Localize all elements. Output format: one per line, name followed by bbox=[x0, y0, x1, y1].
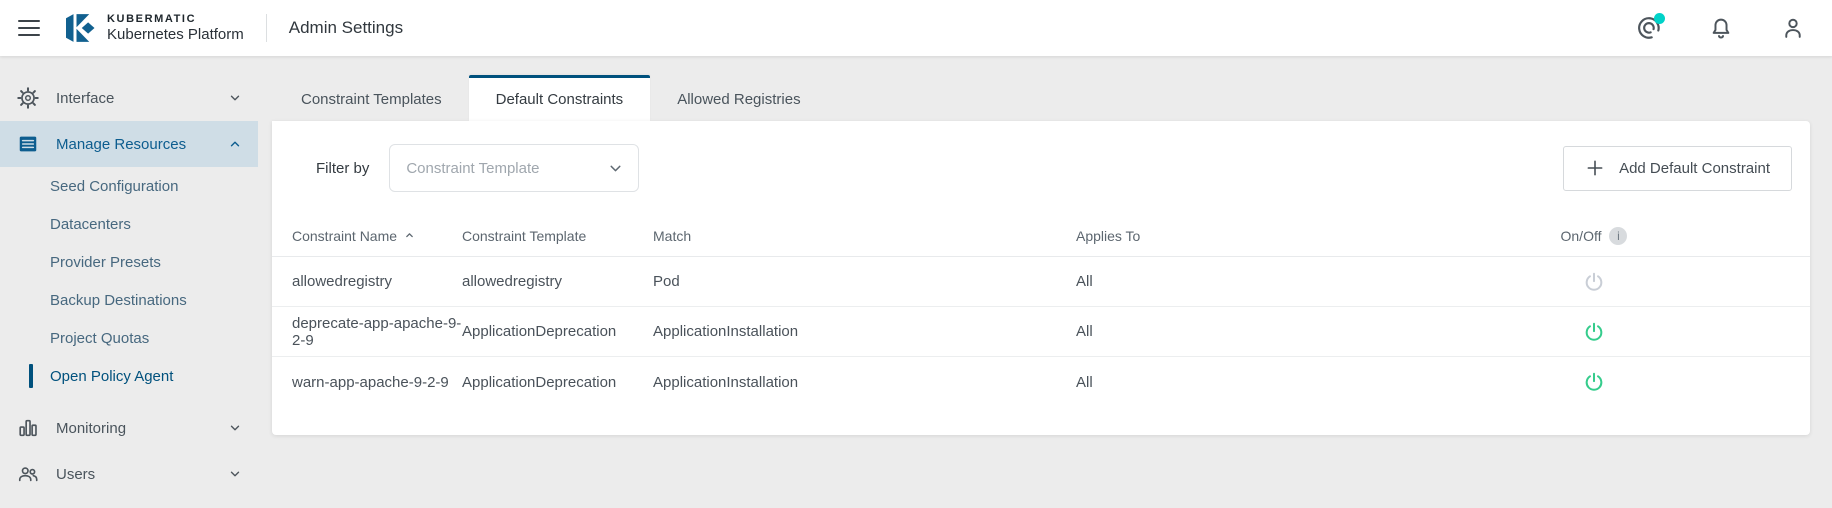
sidebar-item-seed-configuration[interactable]: Seed Configuration bbox=[0, 167, 258, 205]
cell-constraint-template: ApplicationDeprecation bbox=[462, 374, 653, 391]
sidebar-subitem-label: Open Policy Agent bbox=[50, 368, 173, 385]
menu-icon[interactable] bbox=[16, 15, 42, 41]
column-header-constraint-name[interactable]: Constraint Name bbox=[292, 228, 462, 244]
tab-default-constraints[interactable]: Default Constraints bbox=[469, 75, 651, 121]
table-row[interactable]: allowedregistry allowedregistry Pod All bbox=[272, 257, 1810, 307]
sort-ascending-icon bbox=[403, 229, 416, 242]
chevron-down-icon bbox=[228, 421, 242, 435]
chevron-down-icon bbox=[607, 160, 624, 177]
select-placeholder: Constraint Template bbox=[406, 160, 539, 177]
notification-badge bbox=[1654, 13, 1665, 24]
sidebar-subitem-label: Datacenters bbox=[50, 216, 131, 233]
tab-label: Constraint Templates bbox=[301, 91, 442, 108]
sidebar-item-provider-presets[interactable]: Provider Presets bbox=[0, 243, 258, 281]
sidebar-item-open-policy-agent[interactable]: Open Policy Agent bbox=[0, 357, 258, 395]
user-account-icon[interactable] bbox=[1780, 15, 1806, 41]
add-button-label: Add Default Constraint bbox=[1619, 160, 1770, 177]
topbar-divider bbox=[266, 14, 267, 42]
sidebar-item-interface[interactable]: Interface bbox=[0, 75, 258, 121]
bar-chart-icon bbox=[16, 417, 39, 439]
sidebar-item-project-quotas[interactable]: Project Quotas bbox=[0, 319, 258, 357]
active-indicator bbox=[29, 364, 33, 388]
cell-constraint-name: warn-app-apache-9-2-9 bbox=[292, 374, 462, 391]
changelog-icon[interactable] bbox=[1636, 15, 1662, 41]
chevron-down-icon bbox=[228, 91, 242, 105]
column-header-applies-to: Applies To bbox=[1076, 228, 1472, 244]
cell-applies-to: All bbox=[1076, 273, 1472, 290]
sidebar-item-manage-resources[interactable]: Manage Resources bbox=[0, 121, 258, 167]
power-toggle-icon[interactable] bbox=[1583, 321, 1605, 343]
tab-label: Default Constraints bbox=[496, 91, 624, 108]
cell-applies-to: All bbox=[1076, 374, 1472, 391]
tab-allowed-registries[interactable]: Allowed Registries bbox=[650, 75, 827, 121]
column-header-constraint-template: Constraint Template bbox=[462, 228, 653, 244]
toolbar: Filter by Constraint Template Add Defaul… bbox=[272, 121, 1810, 215]
sidebar-item-label: Users bbox=[56, 466, 95, 483]
column-label: Constraint Template bbox=[462, 228, 586, 244]
sidebar-item-monitoring[interactable]: Monitoring bbox=[0, 405, 258, 451]
power-toggle-icon[interactable] bbox=[1583, 271, 1605, 293]
column-label: Constraint Name bbox=[292, 228, 397, 244]
chevron-up-icon bbox=[228, 137, 242, 151]
column-header-match: Match bbox=[653, 228, 1076, 244]
default-constraints-card: Filter by Constraint Template Add Defaul… bbox=[272, 121, 1810, 435]
sidebar: Interface Manage Resources Seed Configur… bbox=[0, 56, 258, 508]
table-row[interactable]: warn-app-apache-9-2-9 ApplicationDepreca… bbox=[272, 357, 1810, 407]
cell-constraint-template: allowedregistry bbox=[462, 273, 653, 290]
constraint-template-filter-select[interactable]: Constraint Template bbox=[389, 144, 639, 192]
cell-constraint-name: allowedregistry bbox=[292, 273, 462, 290]
sidebar-item-label: Monitoring bbox=[56, 420, 126, 437]
cell-match: ApplicationInstallation bbox=[653, 323, 1076, 340]
add-default-constraint-button[interactable]: Add Default Constraint bbox=[1563, 146, 1792, 191]
column-header-on-off: On/Off i bbox=[1472, 227, 1716, 245]
cell-constraint-name: deprecate-app-apache-9-2-9 bbox=[292, 315, 462, 349]
sidebar-item-datacenters[interactable]: Datacenters bbox=[0, 205, 258, 243]
table-header-row: Constraint Name Constraint Template Matc… bbox=[272, 215, 1810, 257]
sidebar-subitem-label: Project Quotas bbox=[50, 330, 149, 347]
main-content: Constraint Templates Default Constraints… bbox=[258, 56, 1832, 508]
column-label: Match bbox=[653, 228, 691, 244]
tab-label: Allowed Registries bbox=[677, 91, 800, 108]
column-label: On/Off bbox=[1561, 228, 1602, 244]
kubermatic-logo-icon bbox=[64, 13, 98, 43]
sidebar-item-label: Interface bbox=[56, 90, 114, 107]
users-icon bbox=[16, 463, 39, 485]
tab-constraint-templates[interactable]: Constraint Templates bbox=[274, 75, 469, 121]
tab-bar: Constraint Templates Default Constraints… bbox=[258, 75, 1832, 121]
topbar: KUBERMATIC Kubernetes Platform Admin Set… bbox=[0, 0, 1832, 56]
sidebar-subitem-label: Provider Presets bbox=[50, 254, 161, 271]
sidebar-item-label: Manage Resources bbox=[56, 136, 186, 153]
page-title: Admin Settings bbox=[289, 18, 403, 38]
brand-subtitle: Kubernetes Platform bbox=[107, 26, 244, 43]
cell-applies-to: All bbox=[1076, 323, 1472, 340]
kubermatic-logo[interactable]: KUBERMATIC Kubernetes Platform bbox=[64, 13, 244, 43]
power-toggle-icon[interactable] bbox=[1583, 371, 1605, 393]
sidebar-item-users[interactable]: Users bbox=[0, 451, 258, 497]
sidebar-subitem-label: Backup Destinations bbox=[50, 292, 187, 309]
list-icon bbox=[16, 133, 39, 155]
filter-by-label: Filter by bbox=[316, 160, 369, 177]
chevron-down-icon bbox=[228, 467, 242, 481]
cell-match: ApplicationInstallation bbox=[653, 374, 1076, 391]
column-label: Applies To bbox=[1076, 228, 1140, 244]
gear-icon bbox=[16, 87, 39, 109]
cell-match: Pod bbox=[653, 273, 1076, 290]
brand-name: KUBERMATIC bbox=[107, 13, 244, 26]
plus-icon bbox=[1585, 158, 1605, 178]
info-icon[interactable]: i bbox=[1609, 227, 1627, 245]
notifications-bell-icon[interactable] bbox=[1708, 15, 1734, 41]
sidebar-subitem-label: Seed Configuration bbox=[50, 178, 178, 195]
table-row[interactable]: deprecate-app-apache-9-2-9 ApplicationDe… bbox=[272, 307, 1810, 357]
sidebar-item-backup-destinations[interactable]: Backup Destinations bbox=[0, 281, 258, 319]
sidebar-spacer bbox=[0, 395, 258, 405]
cell-constraint-template: ApplicationDeprecation bbox=[462, 323, 653, 340]
